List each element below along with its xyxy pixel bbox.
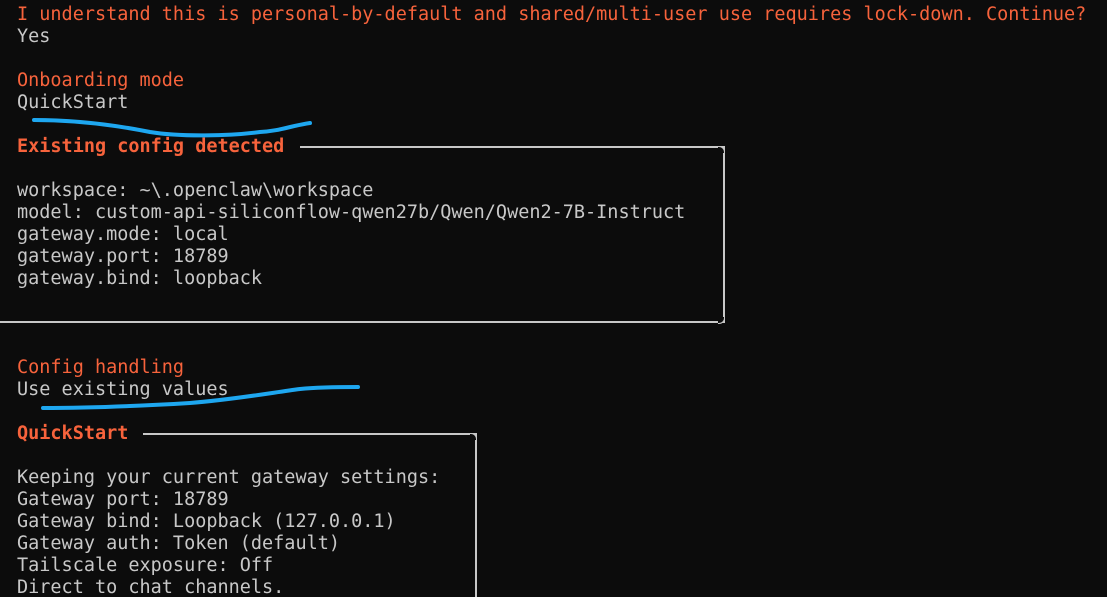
annotation-underline-quickstart (32, 118, 312, 138)
annotation-underline-existing-values (41, 385, 360, 410)
annotation-layer (32, 118, 360, 410)
